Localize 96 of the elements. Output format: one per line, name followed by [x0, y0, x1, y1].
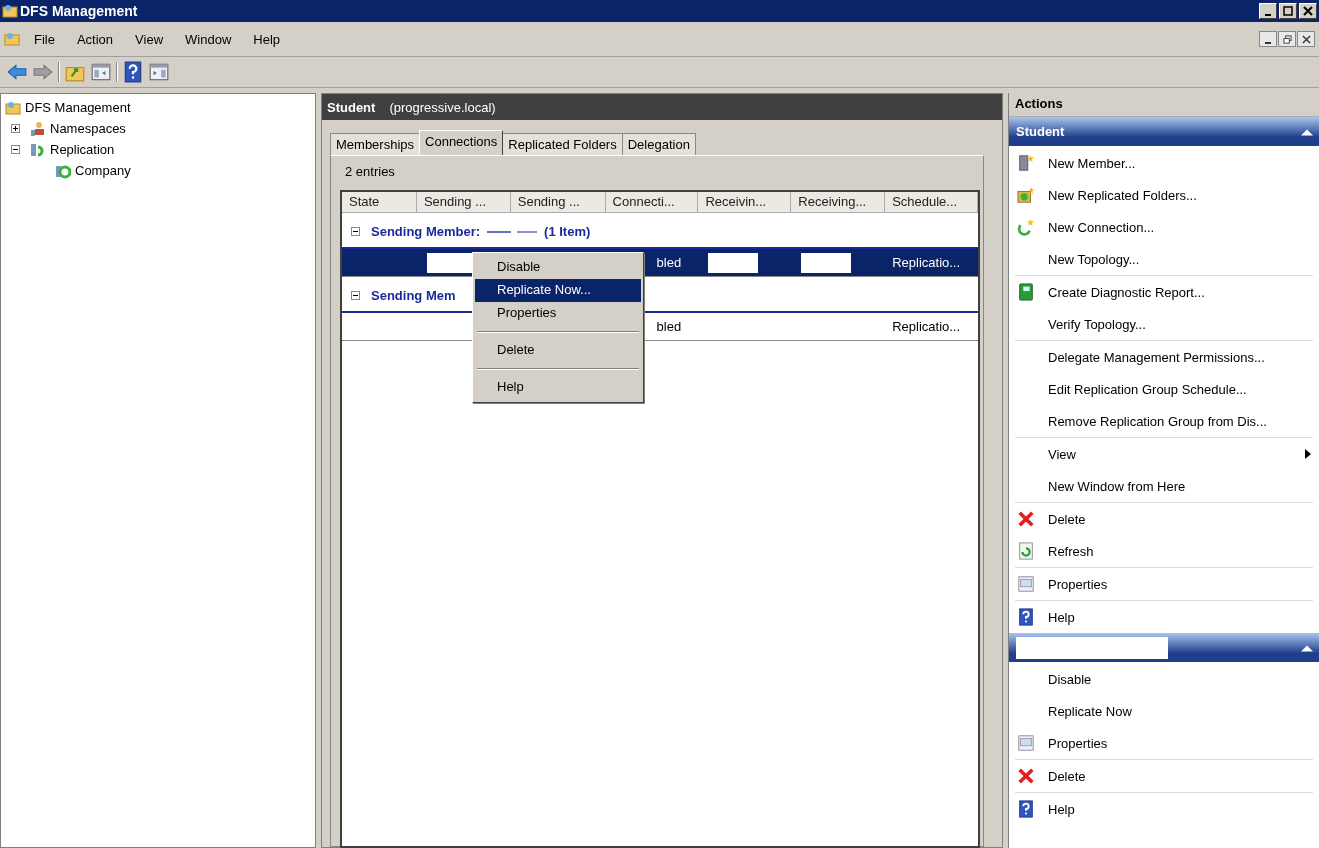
column-header[interactable]: Receiving... [791, 192, 886, 212]
restore-button[interactable] [1278, 31, 1296, 47]
action-link[interactable]: New Member... [1048, 155, 1136, 171]
connection-icon [1017, 218, 1035, 236]
action-link[interactable]: Properties [1048, 735, 1108, 751]
expander-icon[interactable] [11, 145, 20, 154]
action-link[interactable]: Refresh [1048, 543, 1094, 559]
collapse-icon[interactable] [351, 226, 360, 236]
action-link[interactable]: New Topology... [1048, 251, 1140, 267]
expander-icon[interactable] [11, 124, 20, 133]
back-arrow-icon[interactable] [6, 61, 28, 83]
folder-icon [5, 99, 21, 116]
entry-count: 2 entries [344, 163, 396, 181]
server-icon [1017, 154, 1035, 172]
restore-icon [1282, 34, 1292, 44]
column-header[interactable]: Sending ... [416, 192, 511, 212]
table-cell: bled [656, 319, 682, 334]
action-link[interactable]: Help [1048, 609, 1075, 625]
action-link[interactable]: Verify Topology... [1048, 316, 1146, 332]
column-header[interactable]: State [342, 192, 417, 212]
close-button[interactable] [1297, 31, 1315, 47]
group-header: Sending Mem [371, 287, 456, 303]
people-icon [30, 120, 46, 137]
close-icon [1301, 34, 1311, 44]
table-cell: bled [656, 255, 682, 270]
delete-icon [1017, 510, 1035, 528]
column-header[interactable]: Sending ... [510, 192, 606, 212]
action-link[interactable]: Properties [1048, 576, 1108, 592]
tab[interactable]: Memberships [330, 133, 421, 155]
tab[interactable]: Delegation [621, 133, 696, 155]
menu-item[interactable]: Help [245, 31, 289, 47]
menu-item[interactable]: Delete [475, 339, 641, 362]
section-header[interactable]: Student [1009, 117, 1319, 146]
panel-subtitle: (progressive.local) [389, 99, 496, 115]
column-header[interactable]: Receivin... [698, 192, 792, 212]
help-icon [1017, 608, 1035, 626]
tree-item[interactable]: DFS Management [25, 100, 131, 115]
tree-item[interactable]: Namespaces [50, 121, 126, 136]
menu-item[interactable]: File [26, 31, 63, 47]
tab[interactable]: Replicated Folders [502, 133, 623, 155]
column-header[interactable]: Connecti... [605, 192, 699, 212]
collapse-icon[interactable] [351, 290, 360, 300]
tab[interactable]: Connections [419, 130, 504, 155]
action-link[interactable]: Help [1048, 801, 1075, 817]
help-icon[interactable] [122, 61, 144, 83]
menu-item[interactable]: Replicate Now... [475, 279, 641, 302]
pane-title: Actions [1009, 93, 1319, 117]
minimize-icon [1265, 13, 1271, 16]
table-cell: Replicatio... [892, 255, 961, 270]
refresh-icon [1017, 542, 1035, 560]
action-link[interactable]: New Window from Here [1048, 478, 1186, 494]
redaction-block [708, 252, 759, 273]
forward-arrow-icon[interactable] [32, 61, 54, 83]
help-icon [1017, 800, 1035, 818]
delete-icon [1017, 767, 1035, 785]
collapse-caret-icon[interactable] [1301, 643, 1313, 652]
menu-item[interactable]: Window [177, 31, 240, 47]
action-link[interactable]: View [1048, 446, 1076, 462]
section-header[interactable] [1009, 633, 1319, 662]
action-link[interactable]: Remove Replication Group from Dis... [1048, 413, 1267, 429]
replication-icon [30, 141, 46, 158]
folder-icon [2, 3, 18, 19]
folder-icon [4, 31, 20, 47]
panel-title: Student [327, 99, 376, 115]
action-link[interactable]: Replicate Now [1048, 703, 1132, 719]
minimize-button[interactable] [1259, 31, 1277, 47]
window-title: DFS Management [20, 3, 138, 19]
action-link[interactable]: New Replicated Folders... [1048, 187, 1197, 203]
menu-item[interactable]: Action [68, 31, 122, 47]
tree-item[interactable]: Replication [50, 142, 115, 157]
menu-item[interactable]: View [127, 31, 172, 47]
action-link[interactable]: Edit Replication Group Schedule... [1048, 381, 1247, 397]
menu-item[interactable]: Disable [475, 256, 641, 279]
collapse-caret-icon[interactable] [1301, 127, 1313, 136]
properties-icon [1017, 734, 1035, 752]
group-header: Sending Member: [371, 223, 481, 239]
section-title: Student [1016, 124, 1065, 139]
column-header[interactable]: Schedule... [885, 192, 978, 212]
console-tree-icon[interactable] [90, 61, 112, 83]
redaction-block [801, 252, 852, 273]
action-link[interactable]: Delegate Management Permissions... [1048, 349, 1265, 365]
group-count: (1 Item) [544, 223, 591, 239]
report-book-icon [1017, 283, 1035, 301]
action-pane-icon[interactable] [148, 61, 170, 83]
action-link[interactable]: Create Diagnostic Report... [1048, 284, 1205, 300]
properties-icon [1017, 575, 1035, 593]
action-link[interactable]: Delete [1048, 768, 1086, 784]
folders-icon [1017, 186, 1035, 204]
action-link[interactable]: Disable [1048, 671, 1092, 687]
minimize-icon [1265, 41, 1271, 44]
maximize-button[interactable] [1279, 3, 1297, 19]
menu-item[interactable]: Help [475, 376, 641, 399]
tree-item[interactable]: Company [75, 163, 131, 178]
action-link[interactable]: Delete [1048, 511, 1086, 527]
action-link[interactable]: New Connection... [1048, 219, 1155, 235]
table-cell: Replicatio... [892, 319, 961, 334]
